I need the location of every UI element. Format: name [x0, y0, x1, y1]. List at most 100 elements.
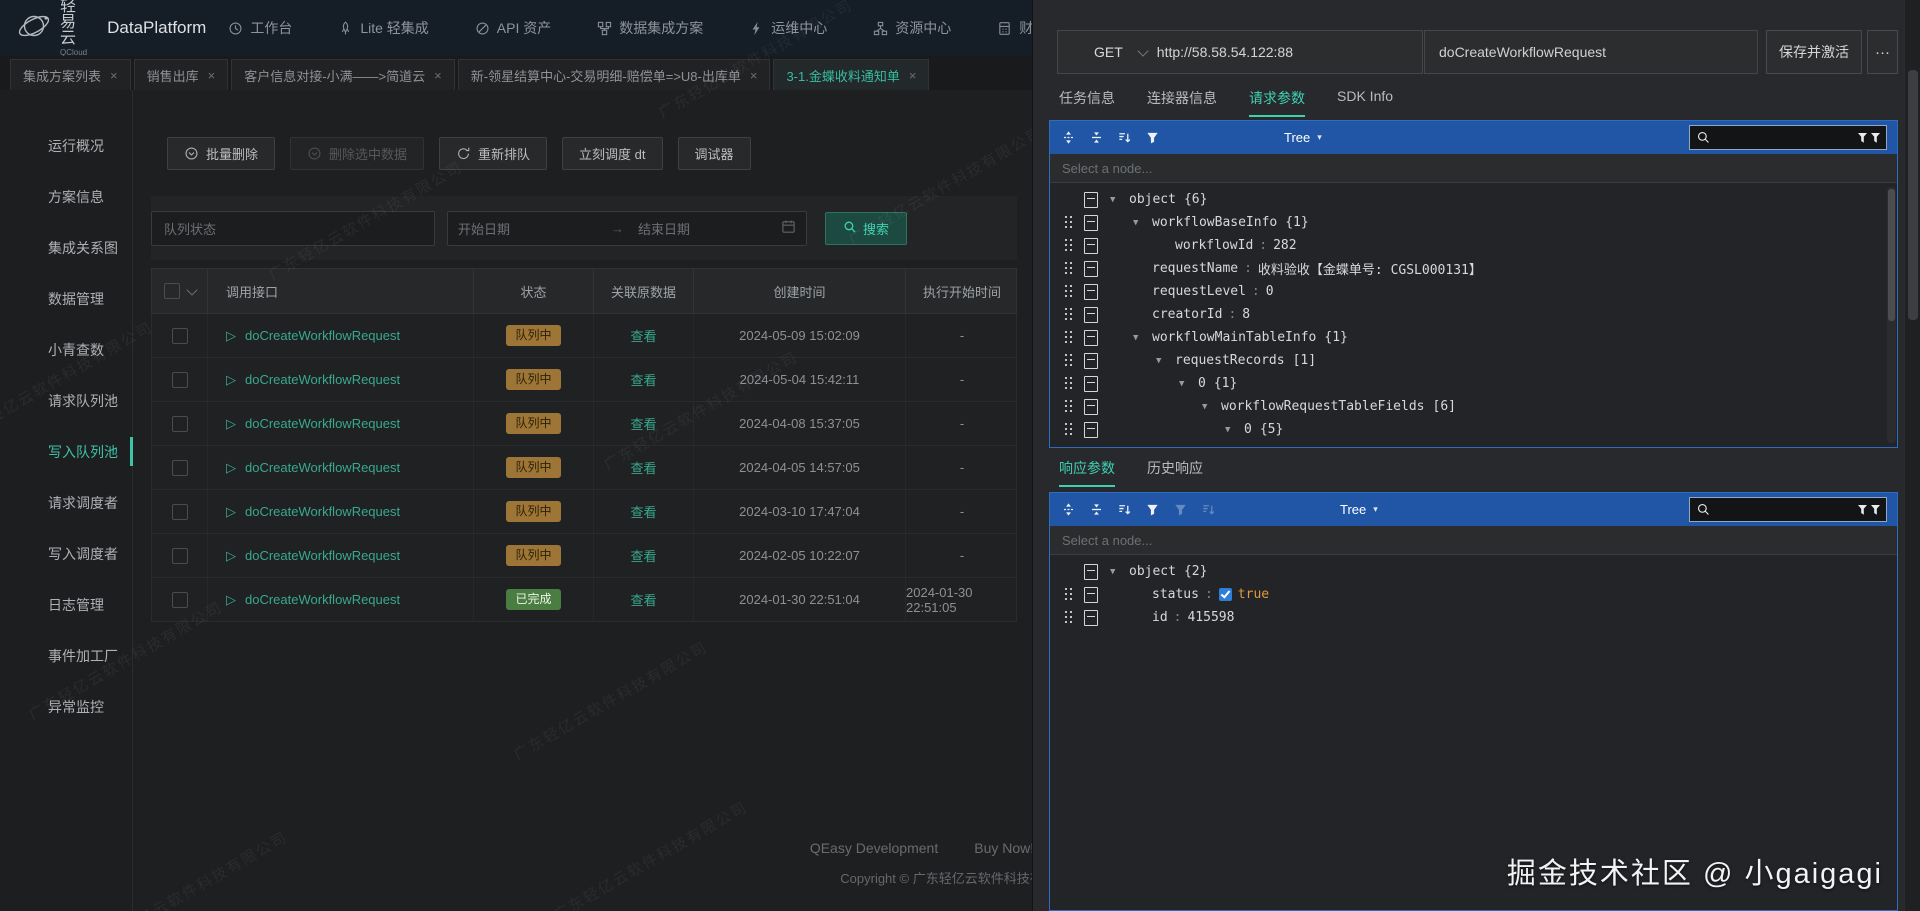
selection-menu-chevron-icon[interactable]: [185, 283, 198, 296]
toolbar-button-立刻调度 dt[interactable]: 立刻调度 dt: [562, 137, 663, 170]
close-icon[interactable]: ×: [750, 68, 758, 83]
nav-item-6[interactable]: 资源中心: [873, 18, 951, 38]
sidebar-item-小青查数[interactable]: 小青查数: [0, 324, 132, 375]
sidebar-item-数据管理[interactable]: 数据管理: [0, 273, 132, 324]
node-bracket-icon[interactable]: [1084, 260, 1098, 277]
tree-node[interactable]: requestLevel:0: [1050, 280, 1897, 303]
tree-node[interactable]: ▼ object {2}: [1050, 560, 1897, 583]
drag-handle-icon[interactable]: [1065, 611, 1073, 624]
search-button[interactable]: 搜索: [825, 211, 907, 245]
tree-search-input[interactable]: [1689, 125, 1887, 150]
node-bracket-icon[interactable]: [1084, 191, 1098, 208]
expand-all-icon[interactable]: [1060, 129, 1077, 146]
toolbar-button-重新排队[interactable]: 重新排队: [439, 137, 548, 170]
scrollbar-thumb[interactable]: [1908, 70, 1918, 320]
collapse-all-icon[interactable]: [1088, 129, 1105, 146]
play-icon[interactable]: ▷: [226, 373, 236, 386]
tree-node[interactable]: id:415598: [1050, 606, 1897, 629]
node-select-input[interactable]: Select a node...: [1050, 154, 1897, 183]
close-icon[interactable]: ×: [434, 68, 442, 83]
drag-handle-icon[interactable]: [1065, 308, 1073, 321]
play-icon[interactable]: ▷: [226, 593, 236, 606]
tree-scrollbar[interactable]: [1887, 187, 1896, 443]
nav-item-7[interactable]: 财务: [997, 18, 1032, 38]
node-bracket-icon[interactable]: [1084, 586, 1098, 603]
drag-handle-icon[interactable]: [1065, 262, 1073, 275]
api-link[interactable]: doCreateWorkflowRequest: [245, 372, 400, 387]
close-icon[interactable]: ×: [909, 68, 917, 83]
node-bracket-icon[interactable]: [1084, 398, 1098, 415]
nav-item-1[interactable]: 工作台: [228, 18, 292, 38]
sidebar-item-日志管理[interactable]: 日志管理: [0, 579, 132, 630]
nav-item-3[interactable]: API 资产: [475, 18, 551, 38]
node-bracket-icon[interactable]: [1084, 237, 1098, 254]
workspace-tab-3[interactable]: 客户信息对接-小满——>简道云 ×: [231, 59, 455, 90]
tree-node[interactable]: ▼ workflowBaseInfo {1}: [1050, 211, 1897, 234]
api-link[interactable]: doCreateWorkflowRequest: [245, 592, 400, 607]
expander-icon[interactable]: ▼: [1156, 356, 1175, 366]
toolbar-button-批量删除[interactable]: 批量删除: [167, 137, 276, 170]
sidebar-item-写入队列池[interactable]: 写入队列池: [0, 426, 133, 477]
expander-icon[interactable]: ▼: [1110, 567, 1129, 577]
view-link[interactable]: 查看: [630, 502, 656, 521]
filter-icon[interactable]: [1144, 129, 1161, 146]
drag-handle-icon[interactable]: [1065, 285, 1073, 298]
tab-响应参数[interactable]: 响应参数: [1059, 458, 1115, 487]
play-icon[interactable]: ▷: [226, 461, 236, 474]
sidebar-item-请求调度者[interactable]: 请求调度者: [0, 477, 132, 528]
node-select-input[interactable]: Select a node...: [1050, 526, 1897, 555]
search-filter-icons[interactable]: [1857, 503, 1883, 517]
expander-icon[interactable]: ▼: [1133, 333, 1152, 343]
row-checkbox[interactable]: [171, 327, 188, 344]
collapse-all-icon[interactable]: [1088, 501, 1105, 518]
node-bracket-icon[interactable]: [1084, 283, 1098, 300]
expander-icon[interactable]: ▼: [1225, 425, 1244, 435]
tree-node[interactable]: requestName: 收料验收【金蝶单号: CGSL000131】: [1050, 257, 1897, 280]
row-checkbox[interactable]: [171, 371, 188, 388]
drag-handle-icon[interactable]: [1065, 331, 1073, 344]
api-link[interactable]: doCreateWorkflowRequest: [245, 504, 400, 519]
tree-mode-select[interactable]: Tree ▾: [1284, 130, 1322, 145]
expander-icon[interactable]: ▼: [1110, 195, 1129, 205]
expander-icon[interactable]: ▼: [1133, 218, 1152, 228]
drag-handle-icon[interactable]: [1065, 423, 1073, 436]
nav-item-4[interactable]: 数据集成方案: [597, 18, 703, 38]
node-bracket-icon[interactable]: [1084, 375, 1098, 392]
more-actions-button[interactable]: ···: [1867, 30, 1898, 74]
tree-node[interactable]: ▼ 0 {5}: [1050, 418, 1897, 441]
tree-scrollbar-thumb[interactable]: [1888, 189, 1895, 321]
workspace-tab-1[interactable]: 集成方案列表 ×: [10, 59, 131, 90]
close-icon[interactable]: ×: [208, 68, 216, 83]
method-select[interactable]: GET: [1094, 44, 1123, 60]
view-link[interactable]: 查看: [630, 590, 656, 609]
select-all-checkbox[interactable]: [163, 283, 180, 299]
api-name-input[interactable]: doCreateWorkflowRequest: [1424, 30, 1758, 74]
brand-logo[interactable]: 轻易云 QCloud DataPlatform: [16, 0, 206, 57]
queue-status-select[interactable]: 队列状态: [151, 210, 435, 246]
play-icon[interactable]: ▷: [226, 549, 236, 562]
tree-node[interactable]: workflowId:282: [1050, 234, 1897, 257]
row-checkbox[interactable]: [171, 459, 188, 476]
tab-SDK Info[interactable]: SDK Info: [1337, 88, 1393, 117]
play-icon[interactable]: ▷: [226, 505, 236, 518]
expander-icon[interactable]: ▼: [1202, 402, 1221, 412]
workspace-tab-2[interactable]: 销售出库 ×: [133, 59, 229, 90]
tree-node[interactable]: status: true: [1050, 583, 1897, 606]
api-link[interactable]: doCreateWorkflowRequest: [245, 328, 400, 343]
sidebar-item-异常监控[interactable]: 异常监控: [0, 681, 132, 732]
node-bracket-icon[interactable]: [1084, 421, 1098, 438]
node-bracket-icon[interactable]: [1084, 609, 1098, 626]
play-icon[interactable]: ▷: [226, 329, 236, 342]
sidebar-item-请求队列池[interactable]: 请求队列池: [0, 375, 132, 426]
tree-node[interactable]: creatorId:8: [1050, 303, 1897, 326]
expander-icon[interactable]: ▼: [1179, 379, 1198, 389]
workspace-tab-4[interactable]: 新-领星结算中心-交易明细-赔偿单=>U8-出库单 ×: [457, 59, 771, 90]
api-link[interactable]: doCreateWorkflowRequest: [245, 460, 400, 475]
sort-icon[interactable]: [1116, 501, 1133, 518]
view-link[interactable]: 查看: [630, 414, 656, 433]
drag-handle-icon[interactable]: [1065, 377, 1073, 390]
node-bracket-icon[interactable]: [1084, 214, 1098, 231]
footer-link[interactable]: Buy Now!: [974, 840, 1032, 856]
tree-node[interactable]: ▼ requestRecords [1]: [1050, 349, 1897, 372]
checked-checkbox[interactable]: [1218, 588, 1232, 601]
